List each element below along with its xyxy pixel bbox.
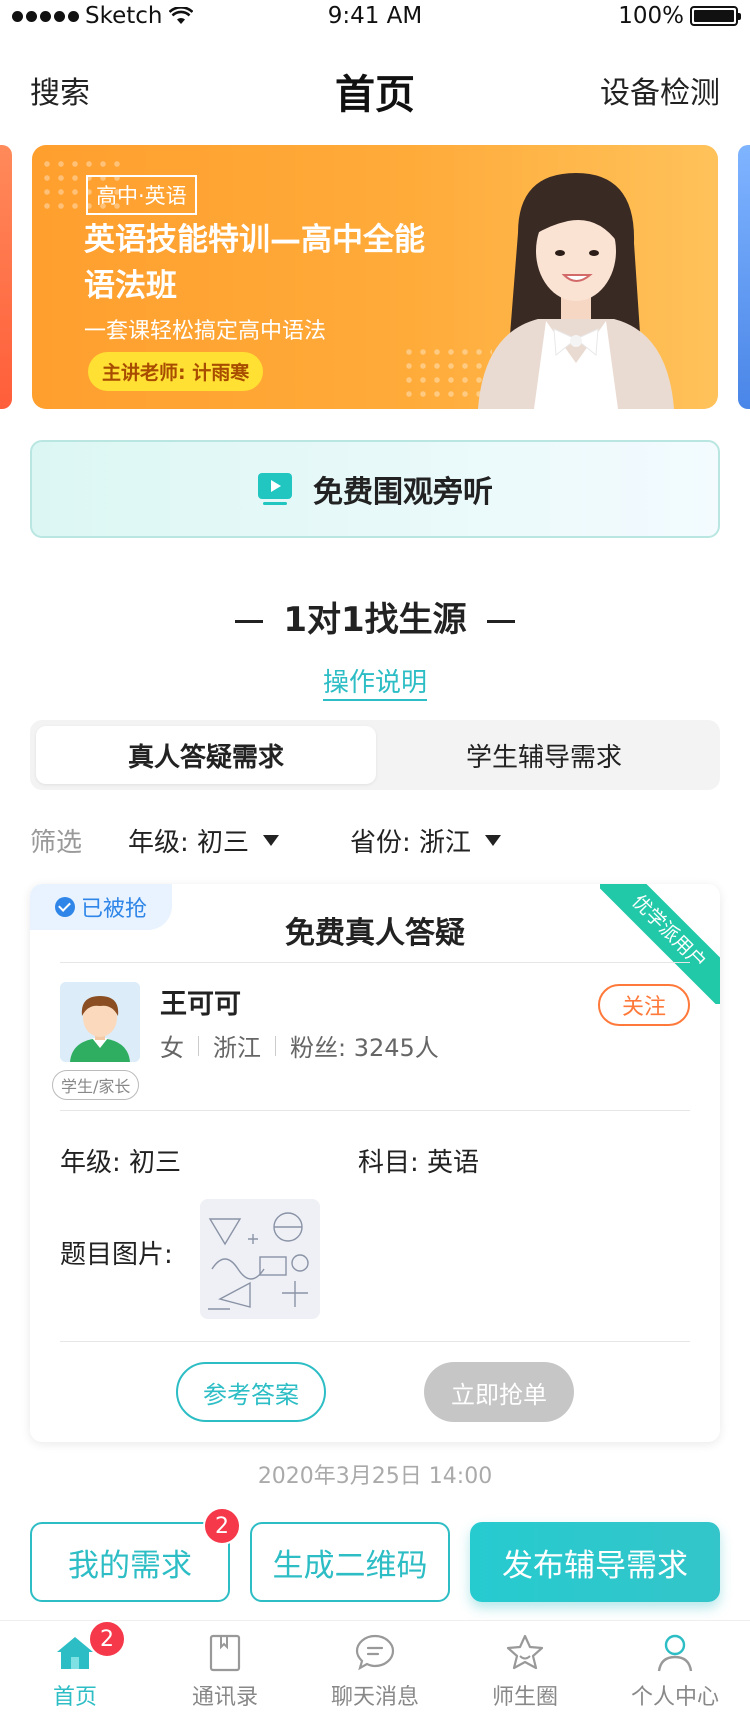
tabbar-home-label: 首页 <box>52 1685 97 1710</box>
status-bar: Sketch 9:41 AM 100% <box>0 0 750 34</box>
meta-separator <box>198 1035 199 1056</box>
my-demand-badge: 2 <box>203 1507 241 1545</box>
banner-next-peek[interactable] <box>738 145 750 409</box>
card-timestamp: 2020年3月25日 14:00 <box>257 1464 493 1489</box>
tab-live-qa[interactable]: 真人答疑需求 <box>36 726 376 784</box>
filter-label: 筛选 <box>30 828 83 858</box>
question-image-label: 题目图片: <box>60 1240 173 1270</box>
province-filter-value: 省份: 浙江 <box>350 828 472 858</box>
filter-bar: 筛选 年级: 初三 省份: 浙江 <box>30 822 720 858</box>
instructions-link[interactable]: 操作说明 <box>322 668 427 701</box>
tabbar-contacts[interactable]: 通讯录 <box>150 1621 300 1716</box>
demand-card: 已被抢 免费真人答疑 优学派用户 学生/家长 王可可 女 浙江 粉丝: 3245… <box>30 884 720 1442</box>
status-right: 100% <box>618 3 741 29</box>
battery-icon <box>690 6 741 26</box>
video-play-icon <box>258 473 292 505</box>
follow-button[interactable]: 关注 <box>598 984 690 1026</box>
divider <box>60 1341 690 1342</box>
person-icon <box>657 1634 693 1672</box>
tabbar-profile-label: 个人中心 <box>630 1685 719 1710</box>
nav-bar: 搜索 首页 设备检测 <box>0 50 750 130</box>
banner-prev-peek[interactable] <box>0 145 12 409</box>
teacher-portrait <box>478 173 674 409</box>
tabbar-chat[interactable]: 聊天消息 <box>300 1621 450 1716</box>
question-image-thumbnail[interactable] <box>200 1199 320 1319</box>
title-dash <box>486 620 515 623</box>
tabbar-circle[interactable]: 师生圈 <box>450 1621 600 1716</box>
battery-percent: 100% <box>618 3 684 29</box>
contacts-book-icon <box>209 1634 241 1672</box>
tabbar-profile[interactable]: 个人中心 <box>600 1621 750 1716</box>
banner-teacher-badge: 主讲老师: 计雨寒 <box>88 352 264 391</box>
avatar[interactable] <box>60 982 140 1062</box>
course-banner[interactable]: 高中·英语 英语技能特训—高中全能语法班 一套课轻松搞定高中语法 主讲老师: 计… <box>32 145 718 409</box>
reference-answer-button[interactable]: 参考答案 <box>176 1362 326 1422</box>
device-check-button[interactable]: 设备检测 <box>600 68 720 112</box>
generate-qr-button[interactable]: 生成二维码 <box>250 1522 450 1602</box>
section-title: 1对1找生源 <box>0 592 750 641</box>
province-filter-dropdown[interactable]: 省份: 浙江 <box>350 822 502 859</box>
instructions-link-wrap: 操作说明 <box>0 662 750 701</box>
tabbar-home[interactable]: 首页 <box>0 1621 150 1716</box>
section-title-text: 1对1找生源 <box>283 600 467 640</box>
user-gender: 女 <box>160 1034 184 1062</box>
demand-grade: 年级: 初三 <box>60 1148 182 1178</box>
demand-subject: 科目: 英语 <box>358 1148 480 1178</box>
tab-tutoring[interactable]: 学生辅导需求 <box>374 726 714 784</box>
avatar-image <box>60 982 140 1062</box>
publish-demand-button[interactable]: 发布辅导需求 <box>470 1522 720 1602</box>
home-badge: 2 <box>88 1620 126 1658</box>
banner-tag: 高中·英语 <box>86 175 197 215</box>
divider <box>60 1110 690 1111</box>
caret-down-icon <box>263 835 280 846</box>
tabbar-contacts-label: 通讯录 <box>191 1685 258 1710</box>
star-icon <box>506 1634 544 1670</box>
chat-bubble-icon <box>355 1634 395 1671</box>
free-listen-label: 免费围观旁听 <box>313 475 493 510</box>
grade-filter-value: 年级: 初三 <box>128 828 250 858</box>
demand-tabs: 真人答疑需求 学生辅导需求 <box>30 720 720 790</box>
my-demand-button[interactable]: 我的需求 <box>30 1522 230 1602</box>
role-badge: 学生/家长 <box>52 1070 140 1100</box>
grab-order-button[interactable]: 立即抢单 <box>424 1362 574 1422</box>
banner-subtitle: 一套课轻松搞定高中语法 <box>84 319 327 344</box>
user-meta: 女 浙江 粉丝: 3245人 <box>160 1028 439 1063</box>
meta-separator <box>275 1035 276 1056</box>
math-doodle-image <box>200 1199 320 1319</box>
user-province: 浙江 <box>213 1034 261 1062</box>
user-name: 王可可 <box>160 989 241 1020</box>
user-fans: 粉丝: 3245人 <box>290 1034 439 1062</box>
title-dash <box>235 620 264 623</box>
tabbar-circle-label: 师生圈 <box>491 1685 558 1710</box>
free-listen-button[interactable]: 免费围观旁听 <box>30 440 720 538</box>
grade-filter-dropdown[interactable]: 年级: 初三 <box>128 822 280 859</box>
caret-down-icon <box>485 835 502 846</box>
tabbar-chat-label: 聊天消息 <box>330 1685 419 1710</box>
divider <box>60 962 690 963</box>
banner-title: 英语技能特训—高中全能语法班 <box>84 222 425 304</box>
